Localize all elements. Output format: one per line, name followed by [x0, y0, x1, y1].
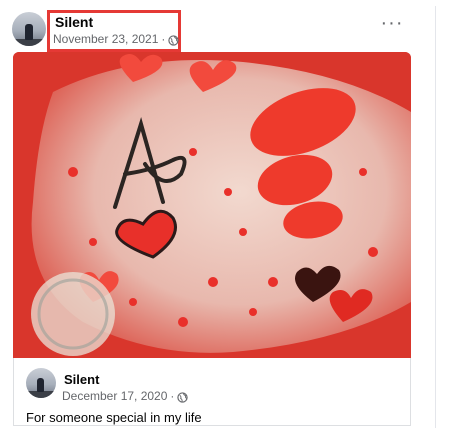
- author-name[interactable]: Silent: [55, 14, 93, 30]
- shared-post-date[interactable]: December 17, 2020: [62, 389, 167, 403]
- post-image[interactable]: [13, 52, 411, 358]
- meta-separator: ·: [161, 32, 166, 46]
- shared-meta-separator: ·: [170, 389, 175, 403]
- shared-author-name[interactable]: Silent: [64, 372, 99, 387]
- post-meta: November 23, 2021 ·: [53, 32, 180, 46]
- shared-post-caption: For someone special in my life: [26, 410, 202, 425]
- post-date[interactable]: November 23, 2021: [53, 32, 158, 46]
- more-options-icon[interactable]: ···: [380, 13, 404, 36]
- author-avatar[interactable]: [12, 12, 46, 46]
- shared-post-meta: December 17, 2020 ·: [62, 389, 189, 403]
- globe-icon[interactable]: [177, 391, 189, 403]
- shared-author-avatar[interactable]: [26, 368, 56, 398]
- globe-icon[interactable]: [168, 34, 180, 46]
